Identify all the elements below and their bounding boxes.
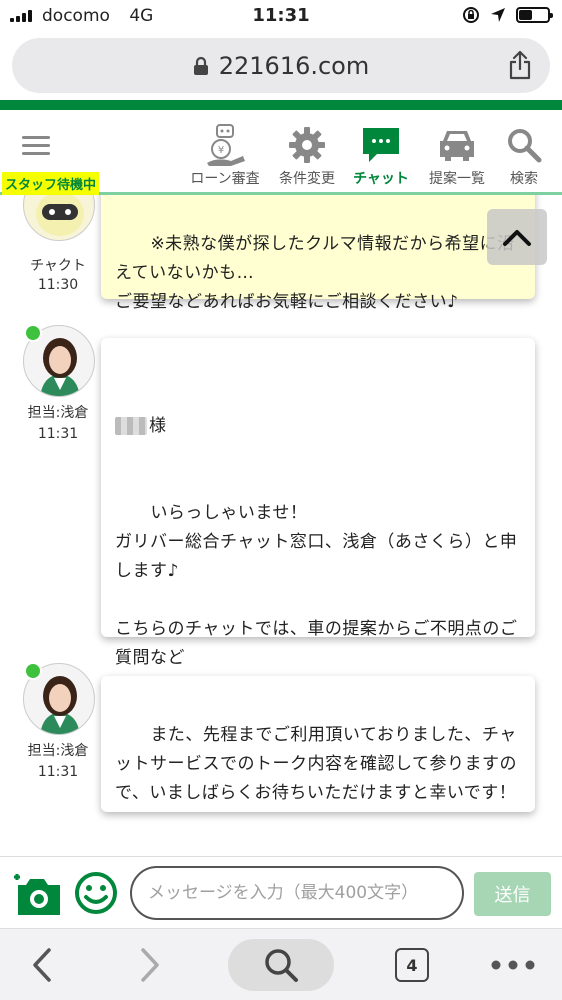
chat-log[interactable]: チャクト 11:30 ※未熟な僕が探したクルマ情報だから希望に沿えていないかも…… — [0, 195, 562, 855]
message-text: ※未熟な僕が探したクルマ情報だから希望に沿えていないかも… ご要望などあればお気… — [115, 234, 515, 312]
gear-icon — [289, 127, 325, 163]
app-header: スタッフ待機中 ¥ ローン審査 条件変更 チャット 提案一覧 検索 — [0, 110, 562, 195]
search-button[interactable] — [228, 939, 334, 991]
share-icon[interactable] — [508, 50, 532, 80]
chat-icon — [363, 128, 399, 162]
emoji-button[interactable] — [74, 871, 118, 919]
message-time: 11:30 — [37, 277, 79, 293]
send-button[interactable]: 送信 — [474, 872, 551, 916]
robot-icon — [36, 195, 84, 236]
message-input[interactable] — [130, 866, 464, 920]
search-icon — [265, 949, 298, 982]
battery-fill — [519, 10, 532, 20]
nav-chat[interactable]: チャット — [346, 122, 416, 192]
back-button[interactable] — [22, 939, 62, 991]
sender-name: チャクト — [30, 258, 86, 274]
robot-avatar — [23, 195, 95, 241]
location-arrow-icon — [491, 8, 505, 22]
add-photo-icon — [14, 874, 60, 915]
tabs-button[interactable]: 4 — [392, 939, 432, 991]
sender-name: 担当:浅倉 — [27, 743, 89, 759]
svg-text:¥: ¥ — [218, 145, 224, 156]
status-icons — [462, 6, 553, 24]
nav-label: 条件変更 — [279, 171, 335, 187]
brand-stripe — [0, 100, 562, 110]
address-bar[interactable]: 221616.com — [12, 38, 550, 93]
message-bubble: ※未熟な僕が探したクルマ情報だから希望に沿えていないかも… ご要望などあればお気… — [101, 195, 535, 312]
staff-status-badge: スタッフ待機中 — [2, 172, 100, 195]
more-dots-icon — [491, 960, 535, 970]
status-bar: docomo 4G 11:31 — [0, 0, 562, 32]
salutation: 様 — [149, 416, 167, 436]
smile-icon — [75, 872, 117, 914]
tab-count: 4 — [395, 948, 429, 982]
page: docomo 4G 11:31 221616.com スタッフ待機中 ¥ ローン… — [0, 0, 562, 1000]
message-time: 11:31 — [37, 764, 79, 780]
loan-robot-icon: ¥ — [207, 124, 245, 166]
forward-button[interactable] — [130, 939, 170, 991]
nav-label: ローン審査 — [190, 171, 260, 187]
chevron-right-icon — [141, 948, 159, 982]
more-button[interactable] — [488, 939, 538, 991]
camera-button[interactable] — [10, 867, 64, 923]
message-text: また、先程までご利用頂いておりました、チャットサービスでのトーク内容を確認して参… — [115, 725, 517, 803]
battery-icon — [516, 7, 553, 23]
scroll-to-top-button[interactable] — [487, 209, 547, 265]
rotation-lock-icon — [463, 7, 479, 23]
browser-toolbar: 4 — [0, 928, 562, 1000]
message-bubble: また、先程までご利用頂いておりました、チャットサービスでのトーク内容を確認して参… — [101, 676, 535, 812]
url-text: 221616.com — [218, 51, 370, 80]
nav-label: 検索 — [510, 171, 538, 187]
message-bubble: 様 いらっしゃいませ！ ガリバー総合チャット窓口、浅倉（あさくら）と申します♪ … — [101, 338, 535, 726]
nav-label: 提案一覧 — [429, 171, 485, 187]
online-indicator — [24, 324, 42, 342]
message-time: 11:31 — [37, 426, 79, 442]
car-icon — [440, 131, 474, 161]
lock-icon — [193, 56, 208, 75]
chevron-up-icon — [503, 230, 531, 246]
nav-loan[interactable]: ¥ ローン審査 — [184, 122, 266, 192]
nav-conditions[interactable]: 条件変更 — [272, 122, 342, 192]
salutation-line: 様 — [115, 412, 521, 441]
online-indicator — [24, 662, 42, 680]
message-composer: 送信 — [0, 856, 562, 928]
search-icon — [508, 129, 542, 163]
nav-search[interactable]: 検索 — [496, 122, 552, 192]
chevron-left-icon — [33, 948, 51, 982]
menu-icon[interactable] — [22, 136, 50, 156]
sender-name: 担当:浅倉 — [27, 405, 89, 421]
nav-label: チャット — [353, 171, 409, 187]
redacted-name — [115, 417, 147, 435]
nav-proposals[interactable]: 提案一覧 — [422, 122, 492, 192]
